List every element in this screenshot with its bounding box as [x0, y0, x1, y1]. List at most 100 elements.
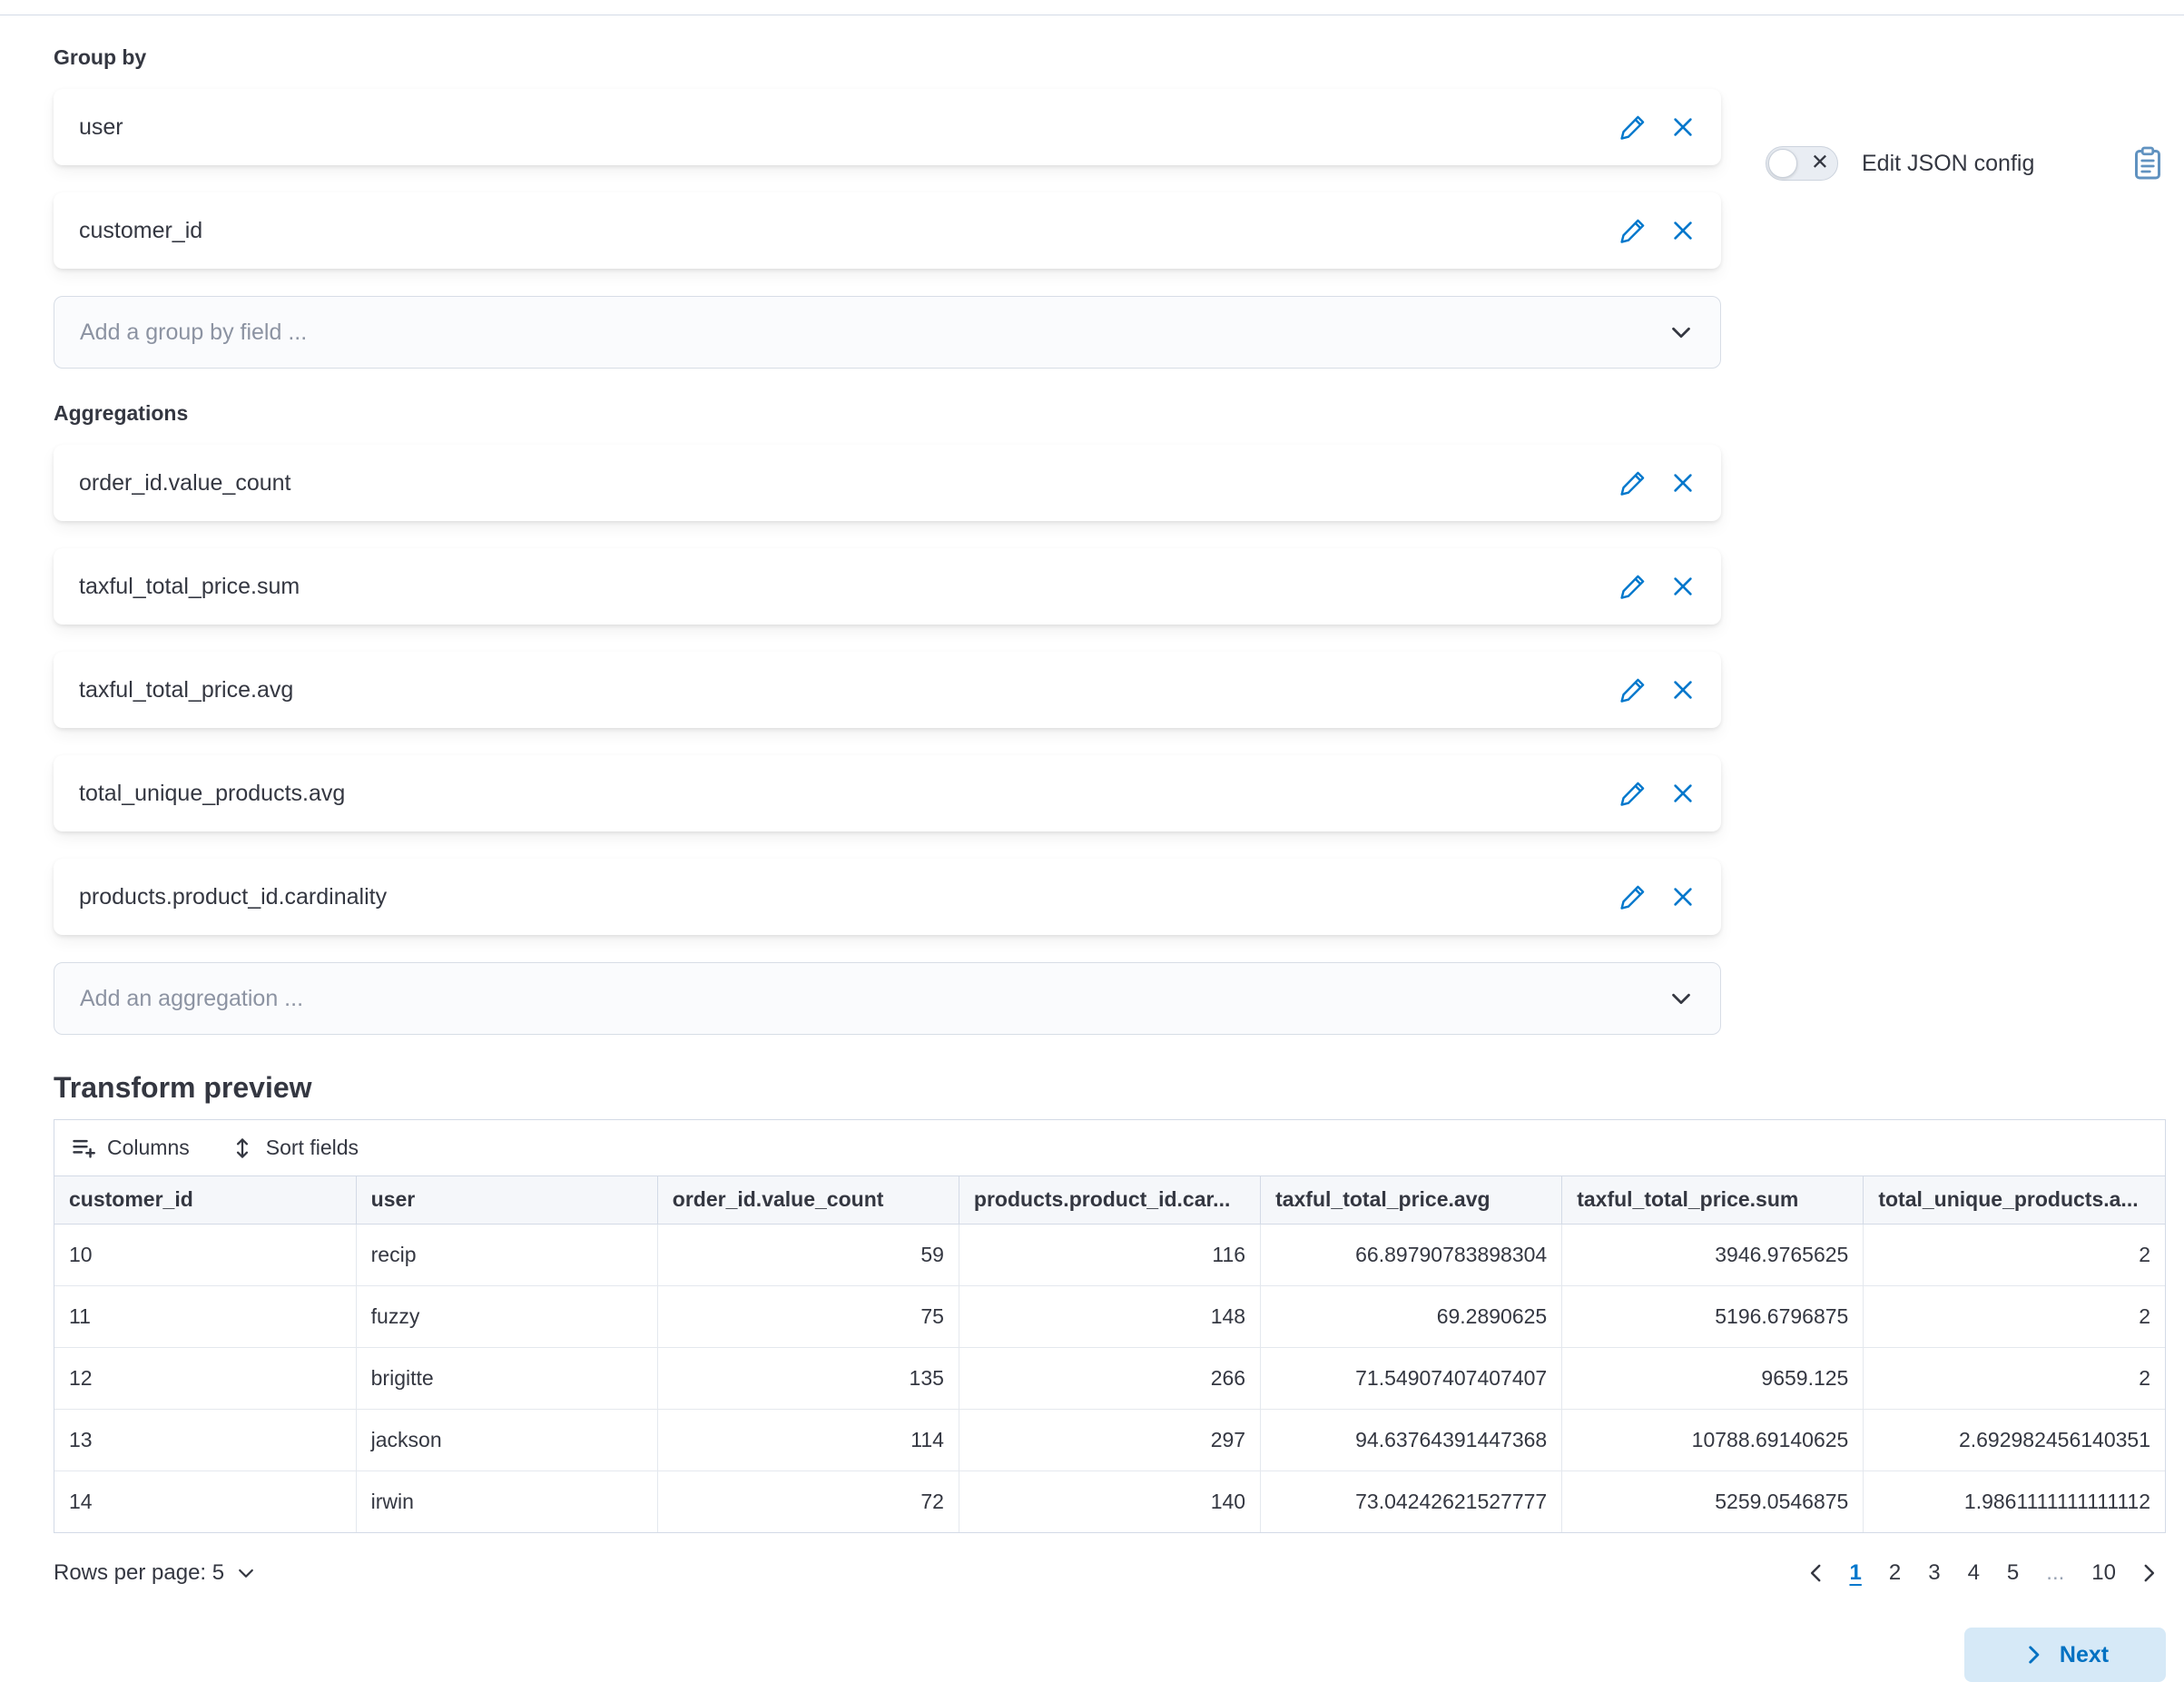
- remove-pill-button[interactable]: [1670, 677, 1696, 703]
- table-cell: 10: [54, 1224, 356, 1285]
- table-cell: 2: [1864, 1347, 2165, 1409]
- table-cell: 12: [54, 1347, 356, 1409]
- remove-pill-button[interactable]: [1670, 114, 1696, 140]
- page-button[interactable]: 4: [1956, 1553, 1992, 1593]
- group-by-list: user: [54, 89, 1721, 269]
- previous-page-button[interactable]: [1799, 1556, 1834, 1590]
- pencil-icon: [1619, 469, 1647, 497]
- table-cell: 75: [657, 1285, 959, 1347]
- next-page-button[interactable]: [2131, 1556, 2166, 1590]
- table-cell: 94.63764391447368: [1261, 1409, 1562, 1471]
- table-cell: irwin: [356, 1471, 657, 1532]
- edit-json-config-label: Edit JSON config: [1862, 151, 2034, 177]
- columns-button[interactable]: Columns: [71, 1136, 190, 1161]
- edit-pill-button[interactable]: [1619, 573, 1647, 600]
- page-button[interactable]: 3: [1916, 1553, 1952, 1593]
- chevron-right-icon: [2137, 1561, 2160, 1585]
- remove-pill-button[interactable]: [1670, 218, 1696, 243]
- group-by-pill: customer_id: [54, 192, 1721, 269]
- group-by-pill: user: [54, 89, 1721, 165]
- aggregation-pill: taxful_total_price.avg: [54, 652, 1721, 728]
- column-header[interactable]: products.product_id.car...: [959, 1176, 1260, 1224]
- next-button[interactable]: Next: [1964, 1628, 2166, 1682]
- group-by-pill-label: customer_id: [79, 218, 202, 244]
- add-aggregation-field[interactable]: Add an aggregation ...: [54, 962, 1721, 1035]
- remove-pill-button[interactable]: [1670, 884, 1696, 910]
- table-cell: 2.692982456140351: [1864, 1409, 2165, 1471]
- pencil-icon: [1619, 883, 1647, 910]
- edit-pill-button[interactable]: [1619, 676, 1647, 703]
- table-cell: 148: [959, 1285, 1260, 1347]
- column-header[interactable]: customer_id: [54, 1176, 356, 1224]
- page-button[interactable]: 5: [1995, 1553, 2031, 1593]
- cross-icon: [1670, 470, 1696, 496]
- add-group-by-field[interactable]: Add a group by field ...: [54, 296, 1721, 369]
- remove-pill-button[interactable]: [1670, 470, 1696, 496]
- edit-pill-button[interactable]: [1619, 780, 1647, 807]
- column-header[interactable]: taxful_total_price.avg: [1261, 1176, 1562, 1224]
- cross-icon: [1670, 114, 1696, 140]
- edit-pill-button[interactable]: [1619, 469, 1647, 497]
- table-row: 14irwin7214073.042426215277775259.054687…: [54, 1471, 2165, 1532]
- grid-footer: Rows per page: 5 1 2: [54, 1553, 2166, 1593]
- table-cell: 5196.6796875: [1562, 1285, 1864, 1347]
- table-row: 12brigitte13526671.549074074074079659.12…: [54, 1347, 2165, 1409]
- table-row: 11fuzzy7514869.28906255196.67968752: [54, 1285, 2165, 1347]
- table-row: 13jackson11429794.6376439144736810788.69…: [54, 1409, 2165, 1471]
- edit-pill-button[interactable]: [1619, 217, 1647, 244]
- column-header[interactable]: user: [356, 1176, 657, 1224]
- columns-button-label: Columns: [107, 1136, 190, 1160]
- copy-config-button[interactable]: [2130, 145, 2166, 182]
- toggle-thumb: [1768, 149, 1797, 178]
- remove-pill-button[interactable]: [1670, 574, 1696, 599]
- aggregation-pill-label: products.product_id.cardinality: [79, 884, 387, 910]
- preview-table-header-row: customer_iduserorder_id.value_countprodu…: [54, 1176, 2165, 1224]
- aggregation-pill: products.product_id.cardinality: [54, 859, 1721, 935]
- table-cell: 135: [657, 1347, 959, 1409]
- aggregations-list: order_id.value_count: [54, 445, 1721, 935]
- pencil-icon: [1619, 573, 1647, 600]
- transform-preview-title: Transform preview: [54, 1071, 2166, 1105]
- column-header[interactable]: total_unique_products.a...: [1864, 1176, 2165, 1224]
- table-cell: 2: [1864, 1285, 2165, 1347]
- preview-table-body: 10recip5911666.897907838983043946.976562…: [54, 1224, 2165, 1532]
- cross-icon: [1670, 218, 1696, 243]
- table-cell: 13: [54, 1409, 356, 1471]
- pill-actions: [1619, 676, 1696, 703]
- aggregations-label: Aggregations: [54, 401, 2166, 426]
- aggregation-pill-label: total_unique_products.avg: [79, 781, 345, 807]
- cross-icon: [1670, 677, 1696, 703]
- page-button[interactable]: 10: [2080, 1553, 2128, 1593]
- aggregation-pill-label: taxful_total_price.sum: [79, 574, 300, 600]
- table-cell: 11: [54, 1285, 356, 1347]
- table-cell: 71.54907407407407: [1261, 1347, 1562, 1409]
- table-cell: 5259.0546875: [1562, 1471, 1864, 1532]
- toggle-off-cross-icon: ✕: [1811, 152, 1829, 174]
- edit-pill-button[interactable]: [1619, 883, 1647, 910]
- remove-pill-button[interactable]: [1670, 781, 1696, 806]
- json-config-row: ✕ Edit JSON config: [1766, 145, 2166, 182]
- pencil-icon: [1619, 217, 1647, 244]
- column-header[interactable]: order_id.value_count: [657, 1176, 959, 1224]
- table-cell: 140: [959, 1471, 1260, 1532]
- pill-actions: [1619, 573, 1696, 600]
- group-by-label: Group by: [54, 45, 2166, 70]
- table-cell: jackson: [356, 1409, 657, 1471]
- sort-fields-button[interactable]: Sort fields: [230, 1136, 359, 1161]
- page-button[interactable]: 2: [1877, 1553, 1913, 1593]
- rows-per-page-button[interactable]: Rows per page: 5: [54, 1560, 257, 1586]
- table-cell: 73.04242621527777: [1261, 1471, 1562, 1532]
- edit-json-toggle[interactable]: ✕: [1766, 146, 1838, 181]
- top-divider: [0, 0, 2184, 15]
- cross-icon: [1670, 574, 1696, 599]
- column-header[interactable]: taxful_total_price.sum: [1562, 1176, 1864, 1224]
- sort-fields-button-label: Sort fields: [266, 1136, 359, 1160]
- rows-per-page-label: Rows per page: 5: [54, 1560, 224, 1586]
- cross-icon: [1670, 781, 1696, 806]
- add-group-by-placeholder: Add a group by field ...: [80, 320, 307, 346]
- page-button[interactable]: 1: [1837, 1553, 1873, 1593]
- table-cell: 1.9861111111111112: [1864, 1471, 2165, 1532]
- aggregation-pill: order_id.value_count: [54, 445, 1721, 521]
- edit-pill-button[interactable]: [1619, 113, 1647, 141]
- table-cell: 266: [959, 1347, 1260, 1409]
